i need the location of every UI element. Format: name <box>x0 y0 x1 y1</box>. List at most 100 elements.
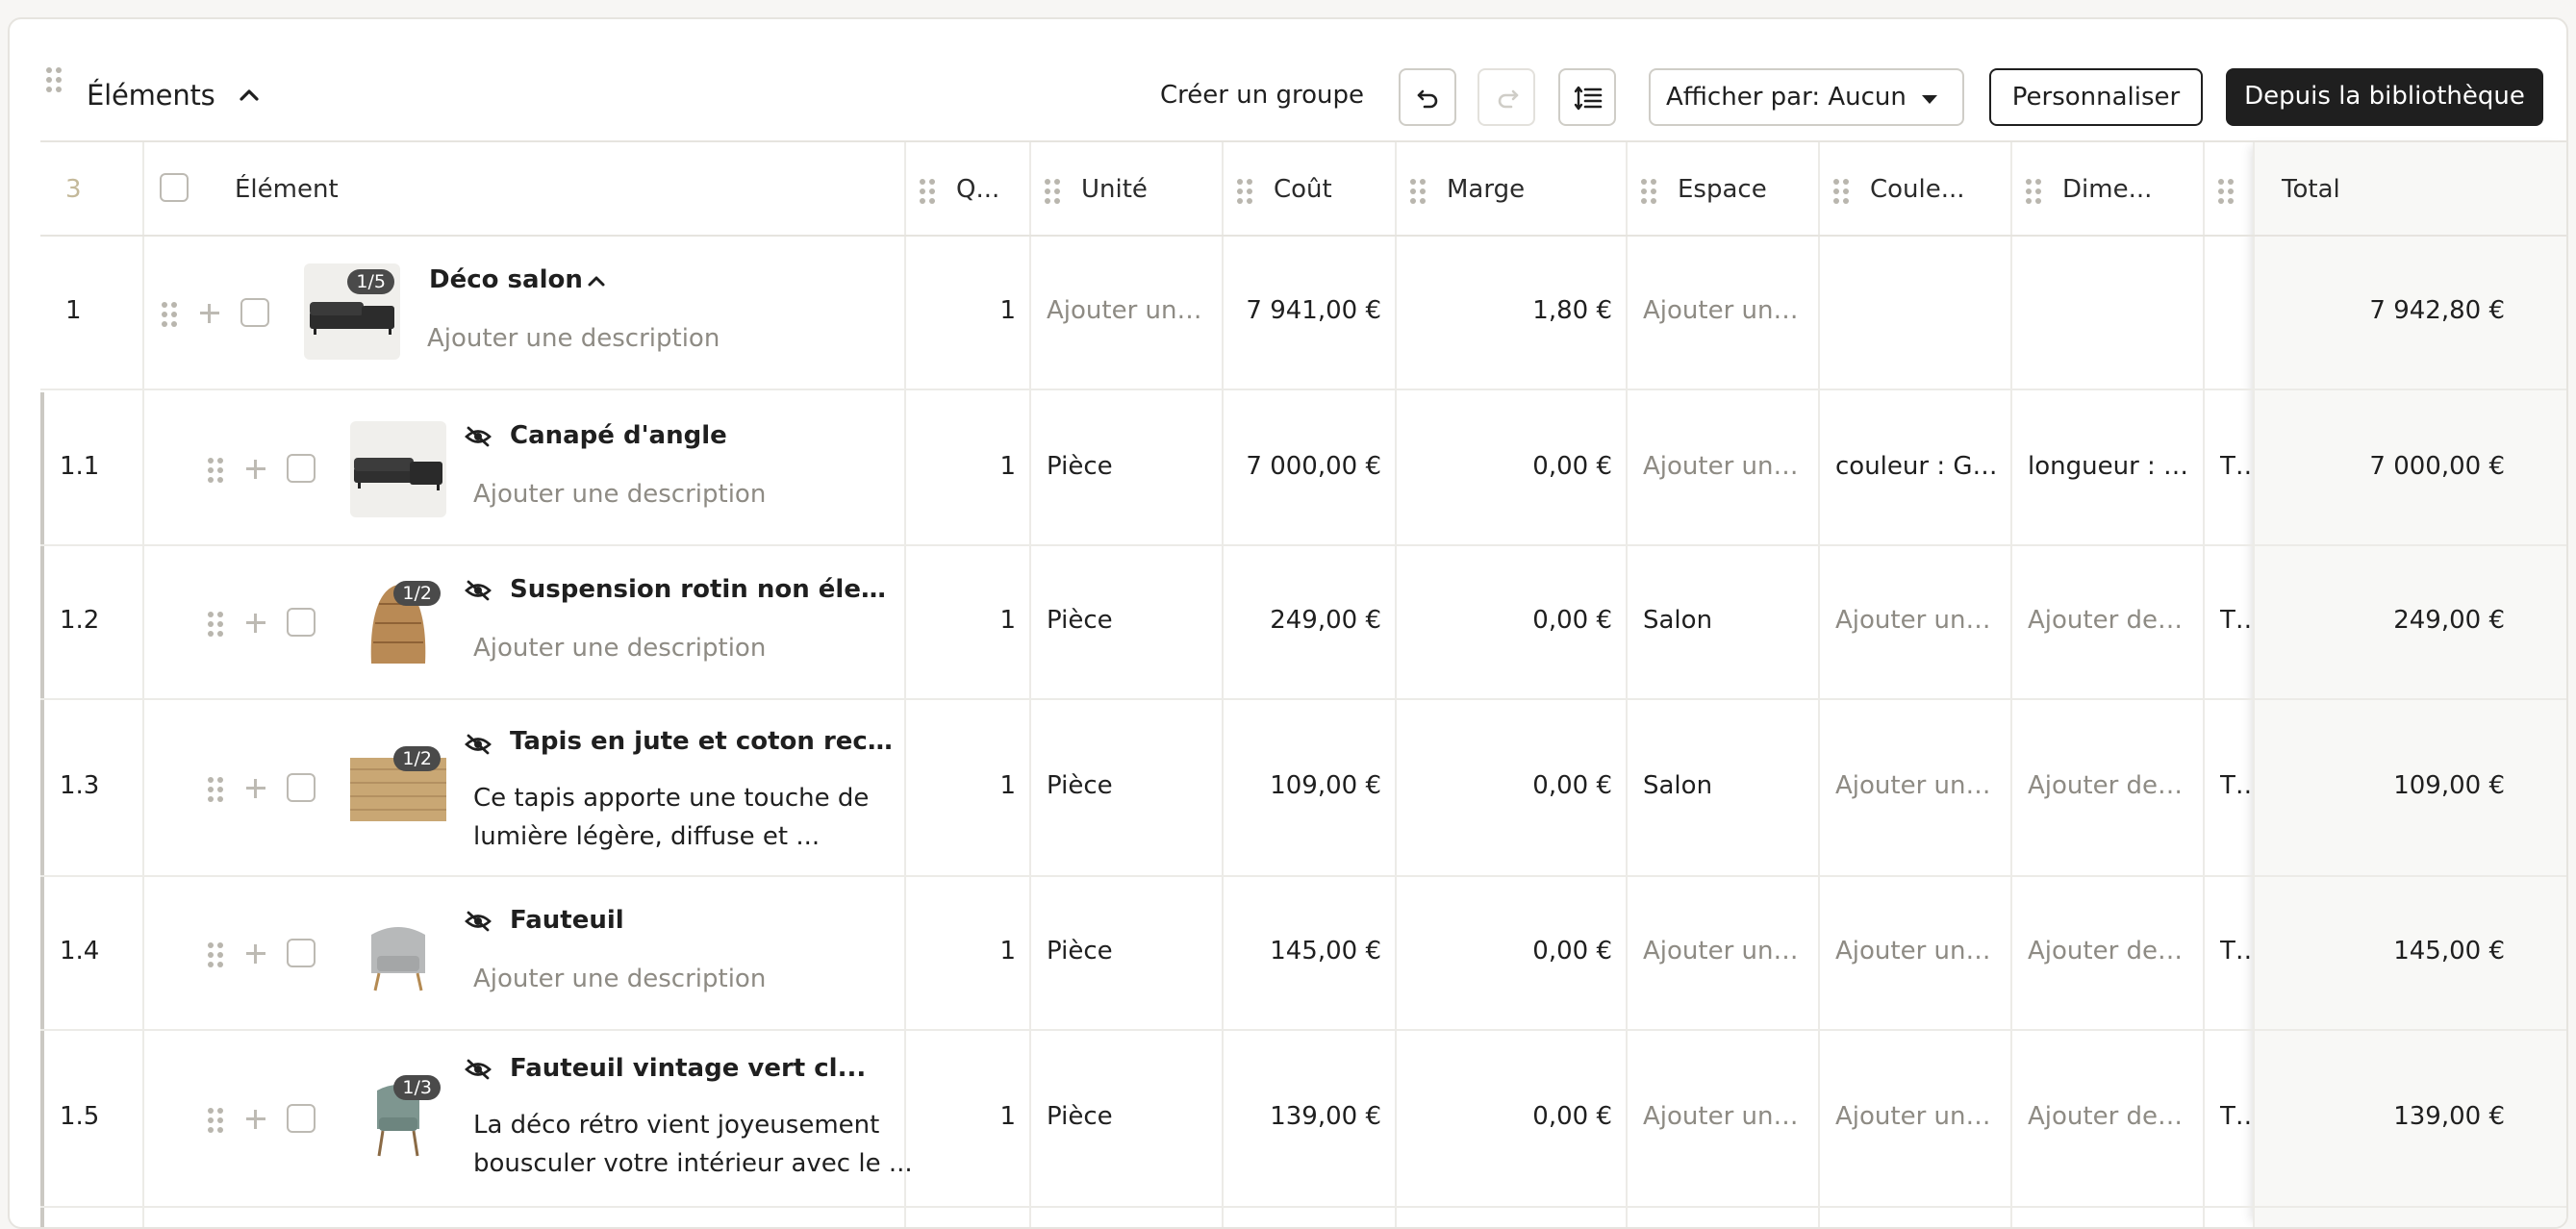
dimension-cell[interactable]: Ajouter des... <box>2028 937 2193 966</box>
table-row[interactable]: 1.4 Fauteuil Ajouter une description 1 P… <box>40 877 2566 1031</box>
tax-cell[interactable]: TV <box>2220 452 2251 481</box>
plus-icon[interactable] <box>244 612 267 635</box>
row-drag-handle-icon[interactable] <box>208 458 223 483</box>
table-row[interactable]: 1.3 1/2 Tapis en jute et coton recyclé C… <box>40 700 2566 877</box>
margin-cell[interactable]: 0,00 € <box>1397 771 1612 800</box>
unit-cell[interactable]: Pièce <box>1047 771 1208 800</box>
row-height-button[interactable] <box>1558 68 1616 126</box>
row-checkbox[interactable] <box>287 939 316 967</box>
plus-icon[interactable] <box>244 1108 267 1131</box>
cost-cell[interactable]: 7 000,00 € <box>1224 452 1381 481</box>
column-header-element[interactable]: Élément <box>235 175 339 204</box>
row-checkbox[interactable] <box>287 773 316 802</box>
quantity-cell[interactable]: 1 <box>906 296 1016 325</box>
unit-cell[interactable]: Pièce <box>1047 1102 1208 1131</box>
row-checkbox[interactable] <box>287 454 316 483</box>
chevron-up-icon[interactable] <box>237 83 262 108</box>
cost-cell[interactable]: 249,00 € <box>1224 606 1381 635</box>
column-header-qty[interactable]: Q... <box>956 175 999 204</box>
space-cell[interactable]: Salon <box>1643 606 1808 635</box>
column-drag-handle-icon[interactable] <box>1641 179 1656 204</box>
item-name[interactable]: Tapis en jute et coton recyclé <box>510 727 898 756</box>
eye-off-icon[interactable] <box>464 1058 492 1081</box>
column-header-total[interactable]: Total <box>2282 175 2340 204</box>
column-drag-handle-icon[interactable] <box>1045 179 1060 204</box>
select-all-checkbox[interactable] <box>160 173 189 202</box>
space-cell[interactable]: Salon <box>1643 771 1808 800</box>
column-header-unit[interactable]: Unité <box>1081 175 1148 204</box>
display-by-dropdown[interactable]: Afficher par: Aucun <box>1649 68 1964 126</box>
plus-icon[interactable] <box>244 777 267 800</box>
item-name[interactable]: Fauteuil <box>510 906 624 935</box>
group-name[interactable]: Déco salon <box>429 265 583 294</box>
quantity-cell[interactable]: 1 <box>906 771 1016 800</box>
product-thumbnail[interactable] <box>350 906 446 1002</box>
description-field[interactable]: Ajouter une description <box>473 475 766 514</box>
color-cell[interactable]: Ajouter une... <box>1835 771 2001 800</box>
column-drag-handle-icon[interactable] <box>1833 179 1849 204</box>
eye-off-icon[interactable] <box>464 733 492 756</box>
description-field[interactable]: Ajouter une description <box>473 629 766 667</box>
section-drag-handle-icon[interactable] <box>46 67 62 92</box>
quantity-cell[interactable]: 1 <box>906 452 1016 481</box>
description-field[interactable]: Ajouter une description <box>427 319 720 358</box>
unit-cell[interactable]: Pièce <box>1047 452 1208 481</box>
dimension-cell[interactable]: Ajouter des... <box>2028 771 2193 800</box>
unit-cell[interactable]: Ajouter un ... <box>1047 296 1208 325</box>
eye-off-icon[interactable] <box>464 579 492 602</box>
row-checkbox[interactable] <box>287 1104 316 1133</box>
column-header-dimension[interactable]: Dime... <box>2062 175 2152 204</box>
customize-button[interactable]: Personnaliser <box>1989 68 2203 126</box>
space-cell[interactable]: Ajouter une... <box>1643 1102 1808 1131</box>
margin-cell[interactable]: 0,00 € <box>1397 1102 1612 1131</box>
description-line-2[interactable]: lumière légère, diffuse et ... <box>473 817 820 856</box>
column-drag-handle-icon[interactable] <box>920 179 935 204</box>
column-header-color[interactable]: Coule... <box>1870 175 1965 204</box>
row-drag-handle-icon[interactable] <box>208 777 223 802</box>
cost-cell[interactable]: 139,00 € <box>1224 1102 1381 1131</box>
row-drag-handle-icon[interactable] <box>208 1108 223 1133</box>
space-cell[interactable]: Ajouter une... <box>1643 296 1808 325</box>
row-drag-handle-icon[interactable] <box>208 942 223 967</box>
column-drag-handle-icon[interactable] <box>2218 179 2234 204</box>
cost-cell[interactable]: 109,00 € <box>1224 771 1381 800</box>
row-drag-handle-icon[interactable] <box>208 612 223 637</box>
cost-cell[interactable]: 145,00 € <box>1224 937 1381 966</box>
dimension-cell[interactable]: Ajouter des... <box>2028 606 2193 635</box>
description-line-1[interactable]: La déco rétro vient joyeusement <box>473 1106 879 1144</box>
color-cell[interactable]: Ajouter une... <box>1835 606 2001 635</box>
product-thumbnail[interactable]: 1/2 <box>350 575 446 671</box>
row-drag-handle-icon[interactable] <box>162 302 177 327</box>
column-header-margin[interactable]: Marge <box>1447 175 1525 204</box>
eye-off-icon[interactable] <box>464 910 492 933</box>
description-field[interactable]: Ajouter une description <box>473 960 766 998</box>
tax-cell[interactable]: TV <box>2220 1102 2251 1131</box>
table-row[interactable]: 1.1 Canapé d'angle Ajouter une descripti… <box>40 392 2566 546</box>
redo-button[interactable] <box>1477 68 1535 126</box>
product-thumbnail[interactable]: 1/5 <box>304 263 400 360</box>
eye-off-icon[interactable] <box>464 425 492 448</box>
quantity-cell[interactable]: 1 <box>906 1102 1016 1131</box>
undo-button[interactable] <box>1399 68 1456 126</box>
margin-cell[interactable]: 0,00 € <box>1397 452 1612 481</box>
column-header-cost[interactable]: Coût <box>1274 175 1332 204</box>
create-group-button[interactable]: Créer un groupe <box>1160 81 1364 110</box>
plus-icon[interactable] <box>244 458 267 481</box>
space-cell[interactable]: Ajouter une... <box>1643 452 1808 481</box>
item-name[interactable]: Suspension rotin non électrifi... <box>510 575 898 604</box>
margin-cell[interactable]: 0,00 € <box>1397 606 1612 635</box>
product-thumbnail[interactable]: 1/3 <box>350 1069 446 1166</box>
color-cell[interactable]: Ajouter une... <box>1835 1102 2001 1131</box>
column-drag-handle-icon[interactable] <box>1410 179 1426 204</box>
item-name[interactable]: Canapé d'angle <box>510 421 727 450</box>
description-line-1[interactable]: Ce tapis apporte une touche de <box>473 779 869 817</box>
tax-cell[interactable]: TV <box>2220 606 2251 635</box>
color-cell[interactable]: Ajouter une... <box>1835 937 2001 966</box>
dimension-cell[interactable]: Ajouter des... <box>2028 1102 2193 1131</box>
color-cell[interactable]: couleur : Gr... <box>1835 452 2001 481</box>
plus-icon[interactable] <box>198 302 221 325</box>
chevron-up-icon[interactable] <box>585 269 608 292</box>
column-header-space[interactable]: Espace <box>1678 175 1767 204</box>
item-name[interactable]: Fauteuil vintage vert cl... <box>510 1054 866 1083</box>
margin-cell[interactable]: 0,00 € <box>1397 937 1612 966</box>
